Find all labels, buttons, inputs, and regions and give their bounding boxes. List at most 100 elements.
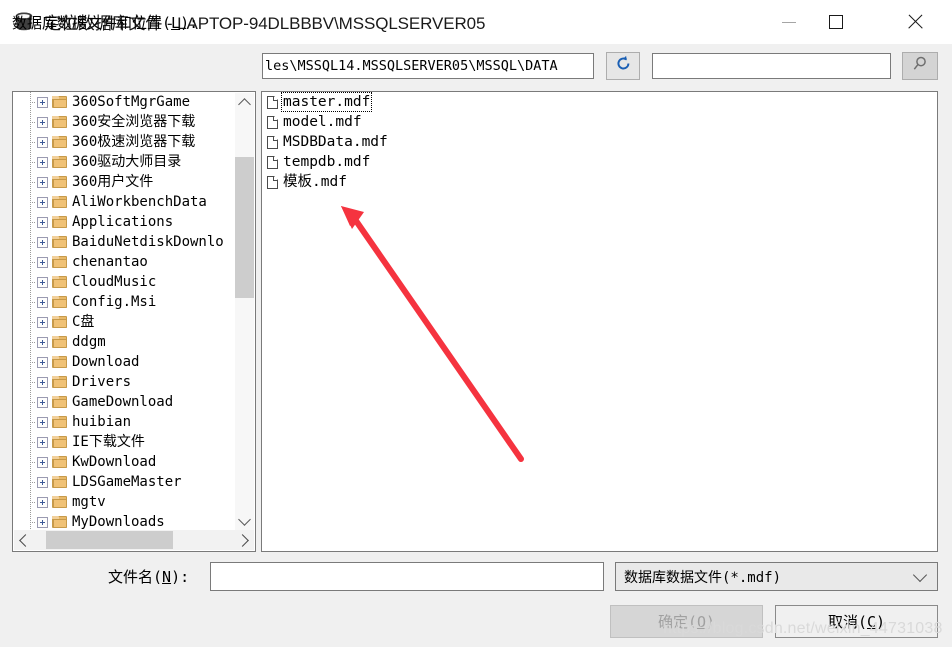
locate-database-file-dialog: 定位数据库文件 - LAPTOP-94DLBBBV\MSSQLSERVER05 …	[0, 0, 952, 647]
tree-connector	[30, 122, 35, 123]
vertical-scroll-thumb[interactable]	[235, 157, 254, 298]
folder-icon	[52, 396, 67, 408]
scroll-down-button[interactable]	[235, 511, 254, 530]
maximize-button[interactable]	[813, 0, 859, 43]
expand-plus-icon[interactable]	[37, 356, 48, 368]
folder-icon	[52, 316, 67, 328]
file-icon	[267, 175, 278, 189]
expand-plus-icon[interactable]	[37, 276, 48, 288]
minimize-icon	[782, 21, 796, 23]
file-list-item[interactable]: master.mdf	[262, 92, 937, 112]
tree-item[interactable]: MyDownloads	[13, 512, 237, 531]
expand-plus-icon[interactable]	[37, 296, 48, 308]
tree-item[interactable]: BaiduNetdiskDownlo	[13, 232, 237, 252]
tree-connector	[30, 462, 35, 463]
expand-plus-icon[interactable]	[37, 336, 48, 348]
tree-item-label: 360用户文件	[72, 173, 154, 190]
scroll-right-button[interactable]	[234, 530, 254, 550]
horizontal-scroll-thumb[interactable]	[46, 531, 173, 549]
scroll-up-button[interactable]	[235, 93, 254, 112]
file-list-item[interactable]: tempdb.mdf	[262, 152, 937, 172]
tree-item[interactable]: 360用户文件	[13, 172, 237, 192]
tree-item[interactable]: Config.Msi	[13, 292, 237, 312]
filename-input[interactable]	[210, 562, 604, 591]
expand-plus-icon[interactable]	[37, 156, 48, 168]
tree-item-label: MyDownloads	[72, 513, 165, 530]
folder-tree-scrollport: 360SoftMgrGame 360安全浏览器下载 360极速浏览器下载 360驱动大…	[13, 92, 237, 531]
folder-icon	[52, 156, 67, 168]
file-list-item[interactable]: 模板.mdf	[262, 172, 937, 192]
folder-icon	[52, 176, 67, 188]
tree-item[interactable]: ddgm	[13, 332, 237, 352]
filename-label-prefix: 文件名(	[108, 568, 163, 586]
folder-icon	[52, 116, 67, 128]
expand-plus-icon[interactable]	[37, 96, 48, 108]
expand-plus-icon[interactable]	[37, 396, 48, 408]
expand-plus-icon[interactable]	[37, 476, 48, 488]
tree-horizontal-scrollbar[interactable]	[14, 530, 254, 550]
tree-item[interactable]: KwDownload	[13, 452, 237, 472]
refresh-button[interactable]	[606, 52, 640, 80]
tree-item[interactable]: 360安全浏览器下载	[13, 112, 237, 132]
tree-connector	[30, 322, 35, 323]
expand-plus-icon[interactable]	[37, 176, 48, 188]
expand-plus-icon[interactable]	[37, 196, 48, 208]
tree-item[interactable]: mgtv	[13, 492, 237, 512]
expand-plus-icon[interactable]	[37, 256, 48, 268]
expand-plus-icon[interactable]	[37, 456, 48, 468]
expand-plus-icon[interactable]	[37, 136, 48, 148]
folder-icon	[52, 416, 67, 428]
tree-item[interactable]: IE下载文件	[13, 432, 237, 452]
expand-plus-icon[interactable]	[37, 516, 48, 528]
tree-item-label: 360SoftMgrGame	[72, 93, 191, 110]
file-type-select[interactable]: 数据库数据文件(*.mdf)	[615, 562, 938, 591]
tree-item[interactable]: AliWorkbenchData	[13, 192, 237, 212]
magnifier-icon	[911, 55, 929, 78]
tree-connector	[30, 182, 35, 183]
expand-plus-icon[interactable]	[37, 116, 48, 128]
location-label: 数据库数据文件和位置(L):	[12, 12, 198, 33]
tree-item[interactable]: CloudMusic	[13, 272, 237, 292]
tree-item[interactable]: Download	[13, 352, 237, 372]
close-button[interactable]	[892, 0, 938, 43]
path-input[interactable]: les\MSSQL14.MSSQLSERVER05\MSSQL\DATA	[262, 53, 594, 79]
scroll-left-button[interactable]	[14, 530, 34, 550]
tree-item[interactable]: LDSGameMaster	[13, 472, 237, 492]
expand-plus-icon[interactable]	[37, 376, 48, 388]
tree-connector	[30, 282, 35, 283]
tree-item[interactable]: Drivers	[13, 372, 237, 392]
expand-plus-icon[interactable]	[37, 416, 48, 428]
tree-item[interactable]: 360极速浏览器下载	[13, 132, 237, 152]
tree-item[interactable]: 360SoftMgrGame	[13, 92, 237, 112]
expand-plus-icon[interactable]	[37, 236, 48, 248]
file-name-label: 模板.mdf	[283, 174, 347, 190]
search-button[interactable]	[902, 52, 938, 80]
file-list-item[interactable]: MSDBData.mdf	[262, 132, 937, 152]
minimize-button[interactable]	[766, 0, 812, 43]
folder-icon	[52, 236, 67, 248]
tree-item[interactable]: huibian	[13, 412, 237, 432]
folder-icon	[52, 276, 67, 288]
expand-plus-icon[interactable]	[37, 496, 48, 508]
location-label-prefix: 数据库数据文件和位置(	[12, 14, 172, 32]
folder-tree-list: 360SoftMgrGame 360安全浏览器下载 360极速浏览器下载 360驱动大…	[13, 92, 237, 531]
tree-item[interactable]: Applications	[13, 212, 237, 232]
folder-icon	[52, 456, 67, 468]
tree-item-label: IE下载文件	[72, 433, 145, 450]
folder-icon	[52, 476, 67, 488]
tree-item[interactable]: GameDownload	[13, 392, 237, 412]
expand-plus-icon[interactable]	[37, 216, 48, 228]
tree-item[interactable]: C盘	[13, 312, 237, 332]
tree-item[interactable]: 360驱动大师目录	[13, 152, 237, 172]
tree-item[interactable]: chenantao	[13, 252, 237, 272]
tree-item-label: Config.Msi	[72, 293, 157, 310]
search-input[interactable]	[652, 53, 891, 79]
tree-connector	[30, 102, 35, 103]
expand-plus-icon[interactable]	[37, 316, 48, 328]
file-list-item[interactable]: model.mdf	[262, 112, 937, 132]
expand-plus-icon[interactable]	[37, 436, 48, 448]
tree-vertical-scrollbar[interactable]	[235, 93, 254, 530]
tree-connector	[30, 362, 35, 363]
file-icon	[267, 115, 278, 129]
tree-item-label: ddgm	[72, 333, 106, 350]
